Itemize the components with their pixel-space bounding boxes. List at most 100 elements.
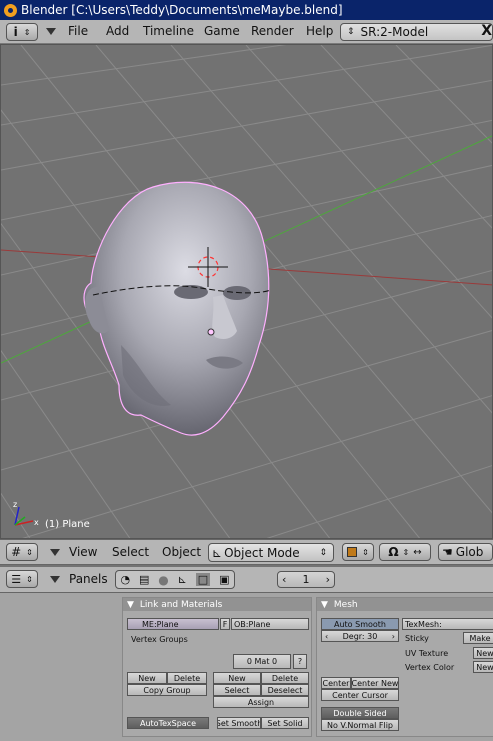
scene-name: SR:2-Model bbox=[360, 25, 429, 39]
draw-type-button[interactable]: ⇕ bbox=[342, 543, 374, 561]
link-materials-panel-header[interactable]: ▼ Link and Materials bbox=[123, 598, 311, 611]
updown-icon: ⇕ bbox=[362, 547, 369, 557]
head-eye-left bbox=[174, 285, 208, 299]
copy-group-button[interactable]: Copy Group bbox=[127, 684, 207, 696]
sticky-make-button[interactable]: Make bbox=[463, 632, 493, 644]
editor-type-button[interactable]: # ⇕ bbox=[6, 543, 38, 561]
autotexspace-toggle[interactable]: AutoTexSpace bbox=[127, 717, 209, 729]
collapse-menu-icon[interactable] bbox=[50, 549, 60, 556]
scene-context-icon[interactable]: ▣ bbox=[219, 573, 229, 586]
material-delete-button[interactable]: Delete bbox=[261, 672, 309, 684]
material-index-field[interactable]: 0 Mat 0 bbox=[233, 654, 291, 669]
set-solid-button[interactable]: Set Solid bbox=[261, 717, 309, 729]
vgroup-new-button[interactable]: New bbox=[127, 672, 167, 684]
material-help-button[interactable]: ? bbox=[293, 654, 307, 669]
mesh-name-field[interactable]: ME:Plane bbox=[127, 618, 219, 630]
grid-icon: # bbox=[11, 545, 22, 559]
auto-smooth-toggle[interactable]: Auto Smooth bbox=[321, 618, 399, 630]
viewport-header: # ⇕ View Select Object ⊾ Object Mode ⇕ ⇕… bbox=[0, 539, 493, 565]
mode-selector[interactable]: ⊾ Object Mode ⇕ bbox=[208, 543, 334, 562]
material-deselect-button[interactable]: Deselect bbox=[261, 684, 309, 696]
updown-icon: ⇕ bbox=[347, 27, 355, 37]
updown-icon: ⇕ bbox=[319, 547, 327, 558]
window-title: Blender [C:\Users\Teddy\Documents\meMayb… bbox=[21, 3, 343, 17]
logic-context-icon[interactable]: ◔ bbox=[120, 573, 130, 586]
center-cursor-button[interactable]: Center Cursor bbox=[321, 689, 399, 701]
texmesh-field[interactable]: TexMesh: bbox=[402, 618, 493, 630]
vertex-color-new-button[interactable]: New bbox=[473, 661, 493, 673]
menu-timeline[interactable]: Timeline bbox=[143, 24, 194, 38]
menu-view[interactable]: View bbox=[69, 545, 97, 559]
auto-smooth-degrees-field[interactable]: ‹ Degr: 30 › bbox=[321, 630, 399, 642]
collapse-panel-icon[interactable]: ▼ bbox=[127, 600, 134, 610]
frame-prev-icon[interactable]: ‹ bbox=[282, 573, 286, 586]
title-bar: Blender [C:\Users\Teddy\Documents\meMayb… bbox=[0, 0, 493, 20]
link-materials-panel-title: Link and Materials bbox=[139, 599, 223, 610]
script-context-icon[interactable]: ▤ bbox=[139, 573, 149, 586]
buttons-window-header: ☰ ⇕ Panels ◔ ▤ ● ⊾ □ ▣ ‹ 1 › bbox=[0, 567, 493, 593]
close-scene-icon[interactable]: X bbox=[481, 23, 492, 39]
mesh-panel: ▼ Mesh Auto Smooth ‹ Degr: 30 › TexMesh:… bbox=[316, 597, 493, 737]
frame-counter-field[interactable]: ‹ 1 › bbox=[277, 571, 335, 588]
decrement-icon[interactable]: ‹ bbox=[325, 632, 328, 641]
info-icon: i bbox=[13, 25, 18, 39]
updown-icon: ⇕ bbox=[402, 547, 410, 557]
collapse-panel-icon[interactable]: ▼ bbox=[321, 600, 328, 610]
svg-text:x: x bbox=[34, 518, 39, 527]
axis-gizmo-icon: z x bbox=[13, 500, 39, 527]
material-new-button[interactable]: New bbox=[213, 672, 261, 684]
blender-logo-icon bbox=[4, 3, 17, 17]
mesh-name-value: ME:Plane bbox=[142, 619, 179, 629]
shading-context-icon[interactable]: ● bbox=[158, 573, 168, 587]
main-menu-bar: i ⇕ File Add Timeline Game Render Help ⇕… bbox=[0, 20, 493, 44]
mesh-panel-header[interactable]: ▼ Mesh bbox=[317, 598, 493, 611]
mode-label: Object Mode bbox=[224, 545, 300, 560]
object-context-icon[interactable]: ⊾ bbox=[178, 573, 187, 586]
sticky-label: Sticky bbox=[405, 634, 429, 643]
menu-add[interactable]: Add bbox=[106, 24, 129, 38]
collapse-menu-icon[interactable] bbox=[46, 28, 56, 35]
menu-object[interactable]: Object bbox=[162, 545, 201, 559]
updown-icon: ⇕ bbox=[26, 547, 33, 557]
center-button[interactable]: Center bbox=[321, 677, 351, 689]
set-smooth-button[interactable]: Set Smooth bbox=[217, 717, 261, 729]
editing-context-icon[interactable]: □ bbox=[195, 573, 211, 586]
buttons-window-icon: ☰ bbox=[11, 572, 22, 586]
head-mesh[interactable] bbox=[83, 181, 272, 436]
fake-user-button[interactable]: F bbox=[220, 618, 230, 630]
transform-orientation-button[interactable]: ☚ Glob bbox=[438, 543, 493, 561]
buttons-panels-area: ▼ Link and Materials ME:Plane F OB:Plane… bbox=[0, 593, 493, 741]
menu-panels[interactable]: Panels bbox=[69, 572, 108, 586]
menu-help[interactable]: Help bbox=[306, 24, 333, 38]
collapse-menu-icon[interactable] bbox=[50, 576, 60, 583]
object-origin-icon bbox=[207, 328, 215, 336]
3d-viewport[interactable]: z x (1) Plane bbox=[0, 44, 493, 539]
pivot-snap-group[interactable]: Ω ⇕ ↔ bbox=[379, 543, 431, 561]
active-object-label: (1) Plane bbox=[45, 519, 90, 530]
cube-icon bbox=[347, 547, 358, 557]
menu-file[interactable]: File bbox=[68, 24, 88, 38]
context-buttons-group: ◔ ▤ ● ⊾ □ ▣ bbox=[115, 570, 235, 589]
no-vnormal-flip-toggle[interactable]: No V.Normal Flip bbox=[321, 719, 399, 731]
increment-icon[interactable]: › bbox=[392, 632, 395, 641]
menu-render[interactable]: Render bbox=[251, 24, 294, 38]
scene-selector[interactable]: ⇕ SR:2-Model X bbox=[340, 23, 493, 41]
material-select-button[interactable]: Select bbox=[213, 684, 261, 696]
move-arrows-icon: ↔ bbox=[413, 546, 422, 558]
menu-game[interactable]: Game bbox=[204, 24, 240, 38]
updown-icon: ⇕ bbox=[26, 574, 33, 584]
object-mode-icon: ⊾ bbox=[212, 545, 223, 560]
uv-texture-new-button[interactable]: New bbox=[473, 647, 493, 659]
double-sided-toggle[interactable]: Double Sided bbox=[321, 707, 399, 719]
material-assign-button[interactable]: Assign bbox=[213, 696, 309, 708]
center-new-button[interactable]: Center New bbox=[351, 677, 399, 689]
mesh-panel-title: Mesh bbox=[333, 599, 358, 610]
vgroup-delete-button[interactable]: Delete bbox=[167, 672, 207, 684]
vertex-groups-label: Vertex Groups bbox=[131, 635, 188, 644]
viewport-canvas: z x bbox=[1, 45, 492, 538]
object-name-field[interactable]: OB:Plane bbox=[231, 618, 309, 630]
menu-select[interactable]: Select bbox=[112, 545, 149, 559]
frame-next-icon[interactable]: › bbox=[326, 573, 330, 586]
buttons-editor-type-button[interactable]: ☰ ⇕ bbox=[6, 570, 38, 588]
window-type-button[interactable]: i ⇕ bbox=[6, 23, 38, 41]
